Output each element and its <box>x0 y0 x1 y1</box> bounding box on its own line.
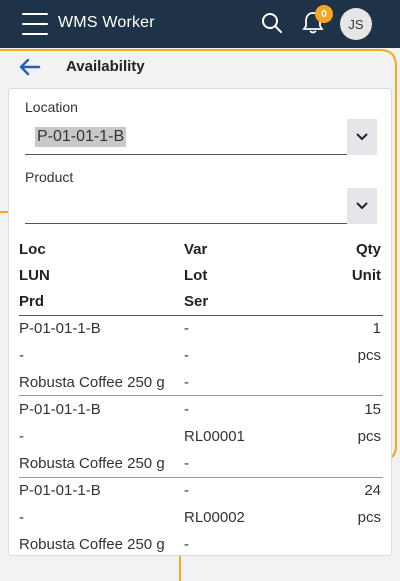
avatar[interactable]: JS <box>340 8 372 40</box>
cell-qty: 1 <box>372 320 381 337</box>
location-dropdown-button[interactable] <box>347 119 377 155</box>
product-select[interactable] <box>25 188 377 224</box>
header-qty: Qty <box>355 241 381 258</box>
cell-ser: - <box>184 374 189 391</box>
app-title: WMS Worker <box>58 14 155 31</box>
cell-lot: RL00002 <box>184 509 245 526</box>
cell-prd: Robusta Coffee 250 g <box>19 536 165 553</box>
product-label: Product <box>25 169 74 185</box>
cell-ser: - <box>184 455 189 472</box>
location-value: P-01-01-1-B <box>35 127 127 147</box>
header-var: Var <box>184 241 208 258</box>
cell-var: - <box>184 482 189 499</box>
cell-loc: P-01-01-1-B <box>19 320 101 337</box>
cell-var: - <box>184 320 189 337</box>
notification-badge: 0 <box>315 5 333 23</box>
cell-lot: - <box>184 347 189 364</box>
cell-lun: - <box>19 347 24 364</box>
header-lun: LUN <box>19 267 50 284</box>
header-unit: Unit <box>351 267 381 284</box>
back-arrow-icon[interactable] <box>18 57 42 77</box>
page-header: Availability <box>0 52 400 82</box>
menu-icon[interactable] <box>22 13 48 35</box>
page-title: Availability <box>66 58 145 75</box>
header-loc: Loc <box>19 241 46 258</box>
cell-lun: - <box>19 509 24 526</box>
cell-lot: RL00001 <box>184 428 245 445</box>
product-dropdown-button[interactable] <box>347 188 377 224</box>
header-prd: Prd <box>19 293 45 310</box>
cell-loc: P-01-01-1-B <box>19 482 101 499</box>
chevron-down-icon <box>356 202 368 210</box>
row-divider <box>19 395 383 396</box>
cell-ser: - <box>184 536 189 553</box>
cell-prd: Robusta Coffee 250 g <box>19 374 165 391</box>
header-ser: Ser <box>184 293 209 310</box>
chevron-down-icon <box>356 133 368 141</box>
cell-unit: pcs <box>357 347 381 364</box>
cell-unit: pcs <box>357 509 381 526</box>
cell-loc: P-01-01-1-B <box>19 401 101 418</box>
cell-prd: Robusta Coffee 250 g <box>19 455 165 472</box>
cell-lun: - <box>19 428 24 445</box>
header-lot: Lot <box>184 267 208 284</box>
row-divider <box>19 477 383 478</box>
cell-var: - <box>184 401 189 418</box>
cell-unit: pcs <box>357 428 381 445</box>
location-label: Location <box>25 99 78 115</box>
search-icon[interactable] <box>260 11 284 35</box>
location-select[interactable]: P-01-01-1-B <box>25 119 377 155</box>
availability-card: Location P-01-01-1-B Product Loc LUN Prd… <box>8 88 392 556</box>
header-divider <box>19 315 383 316</box>
cell-qty: 15 <box>364 401 381 418</box>
cell-qty: 24 <box>364 482 381 499</box>
app-bar: WMS Worker 0 JS <box>0 0 400 48</box>
